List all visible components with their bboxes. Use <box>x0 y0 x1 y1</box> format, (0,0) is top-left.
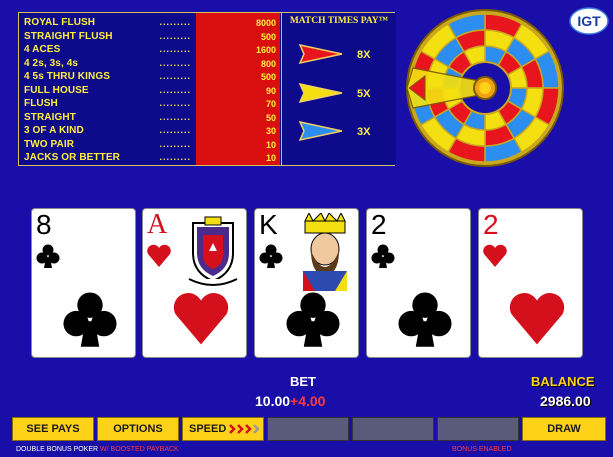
payout-value: 30 <box>265 126 276 136</box>
card-rank: A <box>147 209 168 240</box>
card-1[interactable]: 8 <box>31 208 136 358</box>
multiplier-3x: 3X <box>357 126 371 138</box>
paytable: ROYAL FLUSH......... STRAIGHT FLUSH.....… <box>18 12 396 166</box>
bet-base: 10.00 <box>255 393 291 409</box>
yellow-arrow-icon <box>298 82 343 104</box>
heart-icon <box>173 293 229 345</box>
paytable-row: STRAIGHT......... <box>24 111 191 123</box>
empty-button-slot <box>267 417 349 441</box>
payout-value: 50 <box>265 112 276 123</box>
bonus-wheel <box>406 9 564 167</box>
paytable-row: 4 5s THRU KINGS......... <box>24 71 191 82</box>
card-2[interactable]: A <box>142 208 247 358</box>
wheel-center-cap <box>479 82 491 94</box>
club-icon <box>259 244 283 268</box>
empty-button-slot <box>352 417 434 441</box>
bet-amount: 10.00+4.00 <box>255 393 325 409</box>
club-icon <box>36 244 60 268</box>
paytable-row: FLUSH......... <box>24 98 191 109</box>
card-5[interactable]: 2 <box>478 208 583 358</box>
paytable-row: STRAIGHT FLUSH......... <box>24 30 191 42</box>
paytable-row: 3 OF A KIND......... <box>24 125 191 136</box>
game-title-footer: DOUBLE BONUS POKER W/ BOOSTED PAYBACK <box>16 446 179 457</box>
igt-logo: IGT <box>569 7 609 35</box>
payout-value: 10 <box>265 153 276 163</box>
ace-crest-icon <box>188 216 238 286</box>
paytable-row: FULL HOUSE......... <box>24 84 191 96</box>
paytable-row: ROYAL FLUSH......... <box>24 17 191 28</box>
see-pays-button[interactable]: SEE PAYS <box>12 417 94 441</box>
blue-arrow-icon <box>298 120 343 142</box>
card-3[interactable]: K <box>254 208 359 358</box>
speed-label: SPEED <box>189 423 227 435</box>
heart-icon <box>483 244 507 267</box>
card-rank: 2 <box>483 209 499 240</box>
payout-value: 500 <box>260 31 276 42</box>
balance-amount: 2986.00 <box>540 393 591 409</box>
paytable-row: 4 ACES......... <box>24 44 191 55</box>
club-icon <box>63 292 117 347</box>
red-arrow-icon <box>298 43 343 65</box>
card-rank: 2 <box>371 209 387 240</box>
game-name: DOUBLE BONUS POKER <box>16 446 99 453</box>
balance-label: BALANCE <box>531 374 595 389</box>
speed-button[interactable]: SPEED <box>182 417 264 441</box>
club-icon <box>398 292 452 347</box>
empty-button-slot <box>437 417 519 441</box>
heart-icon <box>509 293 565 345</box>
multiplier-8x: 8X <box>357 49 371 61</box>
draw-button[interactable]: DRAW <box>522 417 606 441</box>
payout-value: 800 <box>260 58 276 69</box>
boosted-payback-note: W/ BOOSTED PAYBACK <box>100 446 179 453</box>
payout-value: 90 <box>265 85 276 96</box>
paytable-row: TWO PAIR......... <box>24 138 191 150</box>
paytable-payouts: 8000 500 1600 800 500 90 70 50 30 10 10 <box>196 13 280 165</box>
game-screen: ROYAL FLUSH......... STRAIGHT FLUSH.....… <box>0 0 613 457</box>
igt-logo-text: IGT <box>577 13 601 29</box>
payout-value: 10 <box>265 139 276 150</box>
payout-value: 500 <box>260 72 276 82</box>
bet-label: BET <box>290 374 316 389</box>
match-times-pay-title: MATCH TIMES PAY™ <box>289 16 389 26</box>
payout-value: 8000 <box>255 18 276 28</box>
paytable-row: 4 2s, 3s, 4s......... <box>24 57 191 69</box>
multiplier-5x: 5X <box>357 88 371 100</box>
king-portrait-icon <box>303 213 347 291</box>
club-icon <box>286 292 340 347</box>
bonus-enabled-note: BONUS ENABLED <box>452 446 512 453</box>
speed-chevrons-icon <box>229 424 261 434</box>
card-4[interactable]: 2 <box>366 208 471 358</box>
payout-value: 70 <box>265 99 276 109</box>
paytable-row: JACKS OR BETTER......... <box>24 152 191 163</box>
bet-extra: +4.00 <box>290 393 326 409</box>
options-button[interactable]: OPTIONS <box>97 417 179 441</box>
payout-value: 1600 <box>255 45 276 55</box>
club-icon <box>371 244 395 268</box>
match-times-pay-panel: MATCH TIMES PAY™ 8X 5X 3X <box>281 13 396 165</box>
paytable-hands: ROYAL FLUSH......... STRAIGHT FLUSH.....… <box>19 13 195 165</box>
card-rank: 8 <box>36 209 52 240</box>
card-rank: K <box>259 209 278 240</box>
heart-icon <box>147 244 171 267</box>
